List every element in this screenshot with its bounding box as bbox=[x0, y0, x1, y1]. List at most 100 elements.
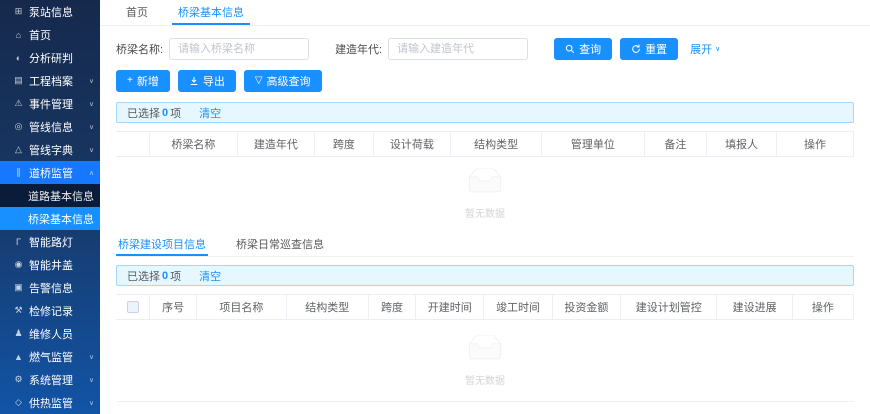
sidebar-item-analysis[interactable]: ◐ 分析研判 bbox=[0, 46, 100, 69]
build-era-label: 建造年代: bbox=[335, 41, 382, 57]
selection-prefix: 已选择 bbox=[127, 105, 160, 121]
chevron-down-icon: ∨ bbox=[89, 376, 94, 383]
sidebar-item-gas-supervision[interactable]: ▲ 燃气监管 ∨ bbox=[0, 345, 100, 368]
detail-tab-bar: 桥梁建设项目信息 桥梁日常巡查信息 bbox=[116, 233, 854, 257]
sidebar-item-label: 道桥监管 bbox=[29, 165, 73, 181]
export-button-label: 导出 bbox=[203, 73, 225, 89]
sidebar-item-system-management[interactable]: ⚙ 系统管理 ∨ bbox=[0, 368, 100, 391]
sidebar-item-engineering-archive[interactable]: ▤ 工程档案 ∨ bbox=[0, 69, 100, 92]
sidebar-item-smart-streetlight[interactable]: Γ 智能路灯 bbox=[0, 230, 100, 253]
empty-box-icon bbox=[463, 335, 507, 368]
sidebar-item-label: 泵站信息 bbox=[29, 4, 73, 20]
road-bridge-icon: ∥ bbox=[12, 167, 25, 178]
column-header: 开建时间 bbox=[416, 295, 484, 319]
selection-prefix: 已选择 bbox=[127, 268, 160, 284]
chevron-down-icon: ∨ bbox=[89, 353, 94, 360]
sidebar-item-label: 维修人员 bbox=[29, 326, 73, 342]
sidebar-subitem-label: 桥梁基本信息 bbox=[28, 211, 94, 227]
content-area: 桥梁名称: 建造年代: 查询 重置 bbox=[100, 26, 870, 402]
sidebar-item-label: 事件管理 bbox=[29, 96, 73, 112]
page-tab-home[interactable]: 首页 bbox=[120, 0, 154, 25]
sidebar-item-label: 告警信息 bbox=[29, 280, 73, 296]
export-button[interactable]: 导出 bbox=[178, 70, 236, 92]
sidebar-item-event-management[interactable]: ⚠ 事件管理 ∨ bbox=[0, 92, 100, 115]
sidebar-item-pipeline-dictionary[interactable]: △ 管线字典 ∨ bbox=[0, 138, 100, 161]
plus-icon: + bbox=[127, 76, 133, 86]
tab-bridge-daily-inspection[interactable]: 桥梁日常巡查信息 bbox=[234, 233, 326, 256]
query-button-label: 查询 bbox=[579, 41, 601, 57]
add-button[interactable]: + 新增 bbox=[116, 70, 170, 92]
column-header: 竣工时间 bbox=[484, 295, 552, 319]
column-header: 序号 bbox=[150, 295, 197, 319]
sidebar-item-pump-station-info[interactable]: ⊞ 泵站信息 bbox=[0, 0, 100, 23]
sidebar-item-road-bridge-supervision[interactable]: ∥ 道桥监管 ∧ bbox=[0, 161, 100, 184]
streetlight-icon: Γ bbox=[12, 237, 25, 247]
sidebar-subitem-road-basic-info[interactable]: 道路基本信息 bbox=[0, 184, 100, 207]
selection-count: 0 bbox=[162, 270, 168, 282]
column-header: 结构类型 bbox=[287, 295, 369, 319]
app-window: ⊞ 泵站信息 ⌂ 首页 ◐ 分析研判 ▤ 工程档案 ∨ ⚠ 事件管理 ∨ ◎ 管… bbox=[0, 0, 870, 414]
tools-icon: ⚒ bbox=[12, 305, 25, 316]
column-header: 操作 bbox=[777, 132, 854, 156]
main-content: 首页 桥梁基本信息 桥梁名称: 建造年代: bbox=[100, 0, 870, 414]
sidebar-item-label: 燃气监管 bbox=[29, 349, 73, 365]
page-tab-bridge-basic-info[interactable]: 桥梁基本信息 bbox=[172, 0, 250, 25]
selection-suffix: 项 bbox=[170, 105, 181, 121]
sidebar-item-home[interactable]: ⌂ 首页 bbox=[0, 23, 100, 46]
column-header: 建造年代 bbox=[238, 132, 315, 156]
sidebar-item-label: 系统管理 bbox=[29, 372, 73, 388]
bridge-table-header: 桥梁名称 建造年代 跨度 设计荷载 结构类型 管理单位 备注 填报人 操作 bbox=[116, 131, 854, 157]
column-header: 备注 bbox=[645, 132, 708, 156]
gear-icon: ⚙ bbox=[12, 374, 25, 385]
expand-link-label: 展开 bbox=[690, 41, 712, 57]
advanced-query-button[interactable]: ▽ 高级查询 bbox=[244, 70, 322, 92]
person-icon: ♟ bbox=[12, 328, 25, 339]
column-header: 管理单位 bbox=[542, 132, 644, 156]
expand-link[interactable]: 展开 ∨ bbox=[690, 41, 720, 57]
clear-selection-link[interactable]: 清空 bbox=[199, 268, 221, 284]
query-button[interactable]: 查询 bbox=[554, 38, 612, 60]
page-tab-label: 首页 bbox=[126, 4, 148, 20]
selection-column-header bbox=[116, 132, 150, 156]
pipeline-info-icon: ◎ bbox=[12, 121, 25, 132]
sidebar-subitem-label: 道路基本信息 bbox=[28, 188, 94, 204]
sidebar-item-heating-supervision[interactable]: ◇ 供热监管 ∨ bbox=[0, 391, 100, 414]
column-header: 设计荷载 bbox=[374, 132, 451, 156]
pipeline-dictionary-icon: △ bbox=[12, 144, 25, 155]
clear-selection-link[interactable]: 清空 bbox=[199, 105, 221, 121]
bridge-name-label: 桥梁名称: bbox=[116, 41, 163, 57]
selection-bar: 已选择 0 项 清空 bbox=[116, 102, 854, 123]
advanced-query-button-label: 高级查询 bbox=[267, 73, 311, 89]
sidebar-item-label: 检修记录 bbox=[29, 303, 73, 319]
sidebar-item-smart-manhole[interactable]: ◉ 智能井盖 bbox=[0, 253, 100, 276]
sidebar-item-maintenance-staff[interactable]: ♟ 维修人员 bbox=[0, 322, 100, 345]
refresh-icon bbox=[631, 44, 641, 54]
tab-bridge-construction-projects[interactable]: 桥梁建设项目信息 bbox=[116, 233, 208, 256]
download-icon bbox=[189, 76, 199, 86]
column-header: 填报人 bbox=[707, 132, 777, 156]
reset-button-label: 重置 bbox=[645, 41, 667, 57]
manhole-icon: ◉ bbox=[12, 259, 25, 270]
pump-station-icon: ⊞ bbox=[12, 6, 25, 17]
sidebar-item-alarm-info[interactable]: ▣ 告警信息 bbox=[0, 276, 100, 299]
reset-button[interactable]: 重置 bbox=[620, 38, 678, 60]
sidebar-item-maintenance-records[interactable]: ⚒ 检修记录 bbox=[0, 299, 100, 322]
column-header: 操作 bbox=[793, 295, 854, 319]
search-icon bbox=[565, 44, 575, 54]
empty-state-2: 暂无数据 bbox=[116, 320, 854, 402]
page-tab-bar: 首页 桥梁基本信息 bbox=[100, 0, 870, 26]
sidebar-subitem-bridge-basic-info[interactable]: 桥梁基本信息 bbox=[0, 207, 100, 230]
chevron-down-icon: ∨ bbox=[89, 123, 94, 130]
alarm-icon: ▣ bbox=[12, 282, 25, 293]
tab-label: 桥梁建设项目信息 bbox=[118, 236, 206, 252]
sidebar-item-label: 智能井盖 bbox=[29, 257, 73, 273]
sidebar-item-label: 分析研判 bbox=[29, 50, 73, 66]
build-era-input[interactable] bbox=[388, 38, 528, 60]
select-all-checkbox[interactable] bbox=[127, 301, 139, 313]
bridge-name-input[interactable] bbox=[169, 38, 309, 60]
home-icon: ⌂ bbox=[12, 30, 25, 40]
selection-column-header bbox=[116, 295, 150, 319]
selection-suffix: 项 bbox=[170, 268, 181, 284]
selection-bar-2: 已选择 0 项 清空 bbox=[116, 265, 854, 286]
sidebar-item-pipeline-info[interactable]: ◎ 管线信息 ∨ bbox=[0, 115, 100, 138]
